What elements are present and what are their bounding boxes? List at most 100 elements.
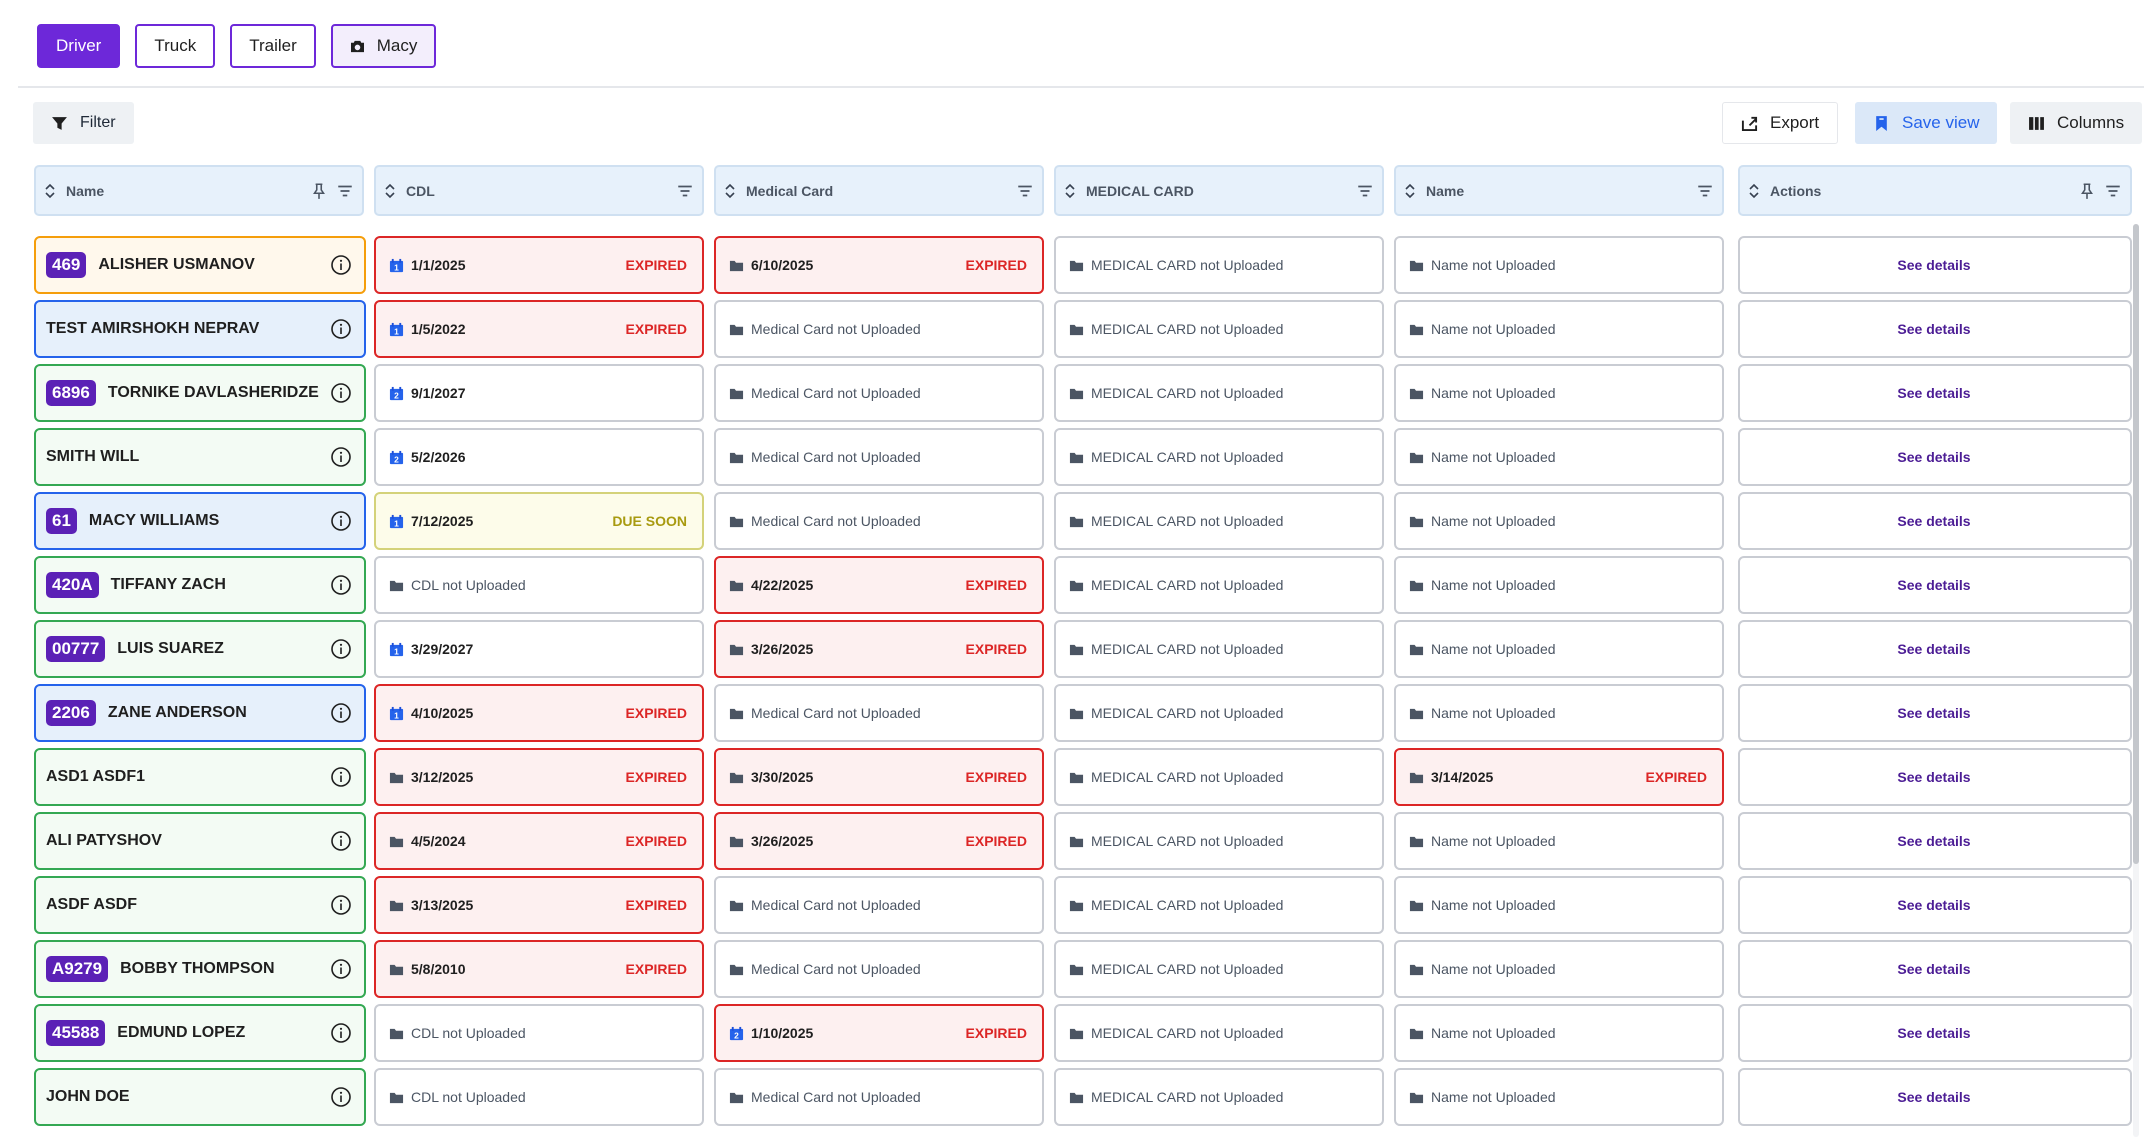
driver-name-cell[interactable]: TEST AMIRSHOKH NEPRAV	[34, 300, 366, 358]
driver-name-cell[interactable]: 00777 LUIS SUAREZ	[34, 620, 366, 678]
document-cell[interactable]: 3/26/2025 EXPIRED	[714, 620, 1044, 678]
document-cell[interactable]: 4/22/2025 EXPIRED	[714, 556, 1044, 614]
column-filter-icon[interactable]	[1696, 182, 1714, 200]
document-cell[interactable]: 1 4/10/2025 EXPIRED	[374, 684, 704, 742]
see-details-link[interactable]: See details	[1897, 449, 1970, 465]
document-cell[interactable]: Name not Uploaded	[1394, 876, 1724, 934]
column-header-name-2[interactable]: Name	[1394, 165, 1724, 216]
document-cell[interactable]: MEDICAL CARD not Uploaded	[1054, 620, 1384, 678]
pin-icon[interactable]	[2078, 182, 2096, 200]
document-cell[interactable]: CDL not Uploaded	[374, 1068, 704, 1126]
document-cell[interactable]: Medical Card not Uploaded	[714, 684, 1044, 742]
see-details-link[interactable]: See details	[1897, 385, 1970, 401]
sort-icon[interactable]	[384, 183, 396, 199]
document-cell[interactable]: Name not Uploaded	[1394, 1004, 1724, 1062]
document-cell[interactable]: 4/5/2024 EXPIRED	[374, 812, 704, 870]
column-filter-icon[interactable]	[1016, 182, 1034, 200]
document-cell[interactable]: Medical Card not Uploaded	[714, 364, 1044, 422]
driver-name-cell[interactable]: 61 MACY WILLIAMS	[34, 492, 366, 550]
vertical-scrollbar[interactable]	[2133, 224, 2139, 1137]
document-cell[interactable]: Name not Uploaded	[1394, 684, 1724, 742]
document-cell[interactable]: MEDICAL CARD not Uploaded	[1054, 364, 1384, 422]
document-cell[interactable]: 2 5/2/2026	[374, 428, 704, 486]
document-cell[interactable]: MEDICAL CARD not Uploaded	[1054, 1068, 1384, 1126]
pin-icon[interactable]	[310, 182, 328, 200]
document-cell[interactable]: CDL not Uploaded	[374, 1004, 704, 1062]
scrollbar-thumb[interactable]	[2133, 224, 2139, 864]
info-icon[interactable]	[330, 254, 352, 276]
document-cell[interactable]: 1 1/1/2025 EXPIRED	[374, 236, 704, 294]
document-cell[interactable]: Name not Uploaded	[1394, 300, 1724, 358]
info-icon[interactable]	[330, 574, 352, 596]
driver-name-cell[interactable]: 420A TIFFANY ZACH	[34, 556, 366, 614]
document-cell[interactable]: Medical Card not Uploaded	[714, 1068, 1044, 1126]
column-filter-icon[interactable]	[1356, 182, 1374, 200]
document-cell[interactable]: MEDICAL CARD not Uploaded	[1054, 812, 1384, 870]
document-cell[interactable]: Medical Card not Uploaded	[714, 428, 1044, 486]
column-filter-icon[interactable]	[336, 182, 354, 200]
columns-button[interactable]: Columns	[2010, 102, 2143, 144]
document-cell[interactable]: Medical Card not Uploaded	[714, 876, 1044, 934]
document-cell[interactable]: 5/8/2010 EXPIRED	[374, 940, 704, 998]
export-button[interactable]: Export	[1722, 102, 1839, 144]
info-icon[interactable]	[330, 510, 352, 532]
info-icon[interactable]	[330, 702, 352, 724]
document-cell[interactable]: MEDICAL CARD not Uploaded	[1054, 236, 1384, 294]
driver-name-cell[interactable]: 6896 TORNIKE DAVLASHERIDZE	[34, 364, 366, 422]
column-header-cdl[interactable]: CDL	[374, 165, 704, 216]
document-cell[interactable]: MEDICAL CARD not Uploaded	[1054, 556, 1384, 614]
document-cell[interactable]: MEDICAL CARD not Uploaded	[1054, 300, 1384, 358]
driver-name-cell[interactable]: JOHN DOE	[34, 1068, 366, 1126]
driver-name-cell[interactable]: 45588 EDMUND LOPEZ	[34, 1004, 366, 1062]
info-icon[interactable]	[330, 1022, 352, 1044]
tab-trailer[interactable]: Trailer	[230, 24, 316, 68]
column-header-name[interactable]: Name	[34, 165, 364, 216]
info-icon[interactable]	[330, 382, 352, 404]
document-cell[interactable]: Name not Uploaded	[1394, 492, 1724, 550]
sort-icon[interactable]	[1748, 183, 1760, 199]
see-details-link[interactable]: See details	[1897, 513, 1970, 529]
document-cell[interactable]: CDL not Uploaded	[374, 556, 704, 614]
column-filter-icon[interactable]	[2104, 182, 2122, 200]
see-details-link[interactable]: See details	[1897, 1089, 1970, 1105]
document-cell[interactable]: Name not Uploaded	[1394, 364, 1724, 422]
document-cell[interactable]: Medical Card not Uploaded	[714, 492, 1044, 550]
see-details-link[interactable]: See details	[1897, 705, 1970, 721]
column-header-actions[interactable]: Actions	[1738, 165, 2132, 216]
info-icon[interactable]	[330, 446, 352, 468]
document-cell[interactable]: 2 1/10/2025 EXPIRED	[714, 1004, 1044, 1062]
sort-icon[interactable]	[724, 183, 736, 199]
document-cell[interactable]: 3/30/2025 EXPIRED	[714, 748, 1044, 806]
column-header-medical-card[interactable]: Medical Card	[714, 165, 1044, 216]
tab-truck[interactable]: Truck	[135, 24, 216, 68]
document-cell[interactable]: MEDICAL CARD not Uploaded	[1054, 1004, 1384, 1062]
document-cell[interactable]: Name not Uploaded	[1394, 428, 1724, 486]
filter-button[interactable]: Filter	[33, 102, 134, 144]
driver-name-cell[interactable]: ASDF ASDF	[34, 876, 366, 934]
save-view-button[interactable]: Save view	[1855, 102, 1998, 144]
see-details-link[interactable]: See details	[1897, 641, 1970, 657]
document-cell[interactable]: 2 9/1/2027	[374, 364, 704, 422]
document-cell[interactable]: 3/12/2025 EXPIRED	[374, 748, 704, 806]
document-cell[interactable]: Name not Uploaded	[1394, 236, 1724, 294]
see-details-link[interactable]: See details	[1897, 961, 1970, 977]
tab-driver[interactable]: Driver	[37, 24, 121, 68]
document-cell[interactable]: 3/26/2025 EXPIRED	[714, 812, 1044, 870]
document-cell[interactable]: Name not Uploaded	[1394, 556, 1724, 614]
see-details-link[interactable]: See details	[1897, 897, 1970, 913]
tab-saved-view[interactable]: Macy	[330, 24, 437, 68]
driver-name-cell[interactable]: SMITH WILL	[34, 428, 366, 486]
driver-name-cell[interactable]: A9279 BOBBY THOMPSON	[34, 940, 366, 998]
info-icon[interactable]	[330, 958, 352, 980]
driver-name-cell[interactable]: ASD1 ASDF1	[34, 748, 366, 806]
document-cell[interactable]: 6/10/2025 EXPIRED	[714, 236, 1044, 294]
document-cell[interactable]: MEDICAL CARD not Uploaded	[1054, 684, 1384, 742]
see-details-link[interactable]: See details	[1897, 257, 1970, 273]
document-cell[interactable]: Name not Uploaded	[1394, 812, 1724, 870]
document-cell[interactable]: MEDICAL CARD not Uploaded	[1054, 492, 1384, 550]
document-cell[interactable]: Name not Uploaded	[1394, 1068, 1724, 1126]
info-icon[interactable]	[330, 894, 352, 916]
sort-icon[interactable]	[44, 183, 56, 199]
sort-icon[interactable]	[1404, 183, 1416, 199]
document-cell[interactable]: MEDICAL CARD not Uploaded	[1054, 428, 1384, 486]
